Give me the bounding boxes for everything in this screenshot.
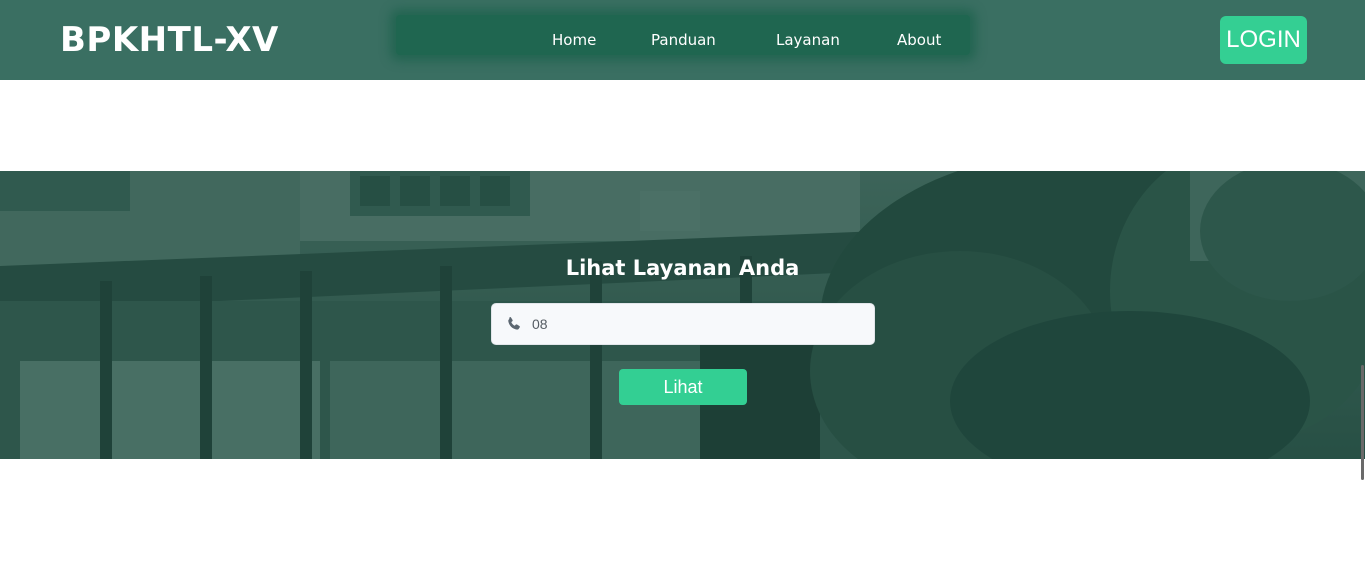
nav-home-link[interactable]: Home [552, 15, 596, 65]
phone-number-input[interactable] [532, 304, 862, 344]
hero-section: Lihat Layanan Anda Lihat [0, 171, 1365, 459]
phone-icon [508, 317, 520, 330]
top-navbar: BPKHTL-XV Home Panduan Layanan About LOG… [0, 0, 1365, 80]
nav-layanan-link[interactable]: Layanan [776, 15, 840, 65]
phone-number-field[interactable] [491, 303, 875, 345]
nav-panduan-link[interactable]: Panduan [651, 15, 716, 65]
hero-title: Lihat Layanan Anda [565, 256, 800, 280]
scrollbar-thumb[interactable] [1361, 365, 1364, 480]
lihat-button[interactable]: Lihat [619, 369, 747, 405]
brand-logo-text[interactable]: BPKHTL-XV [60, 20, 279, 60]
nav-about-link[interactable]: About [897, 15, 941, 65]
login-button[interactable]: LOGIN [1220, 16, 1307, 64]
